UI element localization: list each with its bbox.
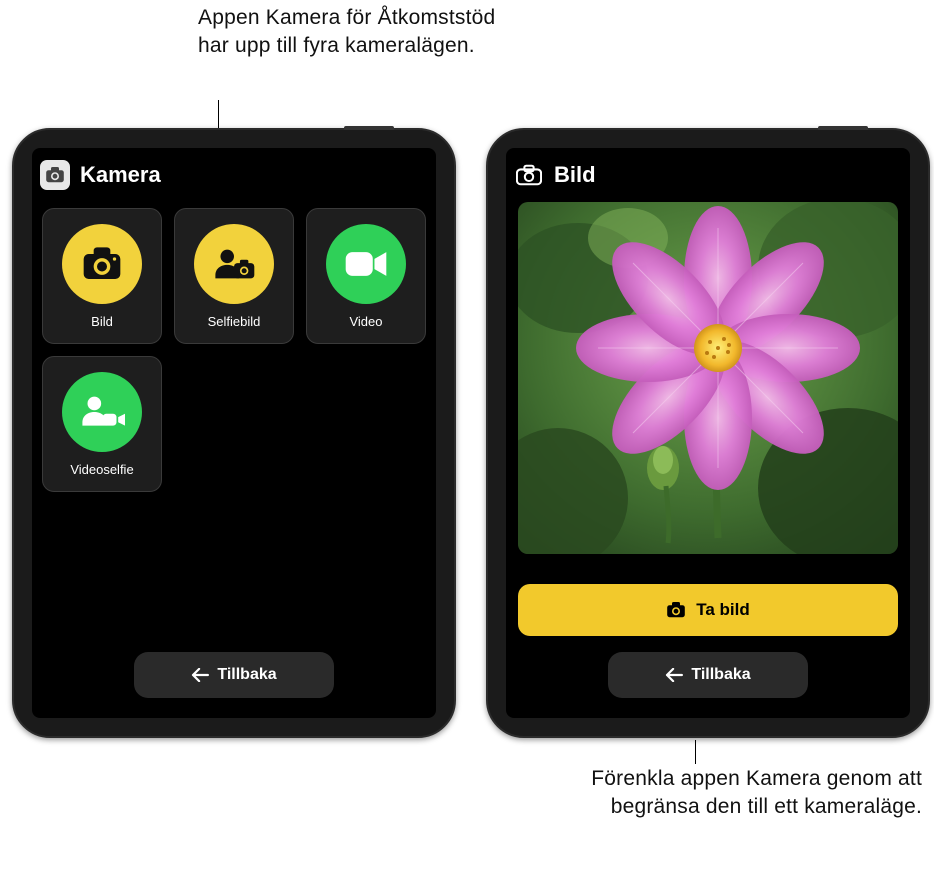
ipad-left: Kamera Bild [12,128,456,738]
annotation-top: Appen Kamera för Åtkomststöd har upp til… [198,4,508,61]
arrow-left-icon [665,668,683,682]
app-header-left: Kamera [40,160,161,190]
app-title-left: Kamera [80,162,161,188]
viewfinder-image [518,202,898,554]
camera-icon [62,224,142,304]
back-button-right[interactable]: Tillbaka [608,652,808,698]
back-label-left: Tillbaka [217,666,276,684]
mode-photo[interactable]: Bild [42,208,162,344]
screen-camera-capture: Bild [506,148,910,718]
app-header-right: Bild [514,160,596,190]
mode-video-label: Video [349,314,382,329]
arrow-left-icon [191,668,209,682]
back-button-left[interactable]: Tillbaka [134,652,334,698]
take-photo-label: Ta bild [696,600,750,620]
mode-selfie-video-label: Videoselfie [70,462,133,477]
take-photo-button[interactable]: Ta bild [518,584,898,636]
mode-selfie-photo[interactable]: Selfiebild [174,208,294,344]
annotation-bottom-leader [695,740,696,764]
camera-icon [514,160,544,190]
screen-camera-modes: Kamera Bild [32,148,436,718]
camera-icon [666,602,686,618]
selfie-camera-icon [194,224,274,304]
ipad-right: Bild [486,128,930,738]
annotation-bottom: Förenkla appen Kamera genom att begränsa… [577,765,922,822]
selfie-video-icon [62,372,142,452]
camera-icon [40,160,70,190]
camera-modes-grid: Bild Selfiebild [42,208,426,492]
app-title-right: Bild [554,162,596,188]
mode-photo-label: Bild [91,314,113,329]
back-label-right: Tillbaka [691,666,750,684]
annotation-top-text: Appen Kamera för Åtkomststöd har upp til… [198,6,495,57]
mode-selfie-photo-label: Selfiebild [208,314,261,329]
mode-selfie-video[interactable]: Videoselfie [42,356,162,492]
mode-video[interactable]: Video [306,208,426,344]
camera-viewfinder [518,202,898,554]
annotation-bottom-text: Förenkla appen Kamera genom att begränsa… [591,767,922,818]
annotation-top-leader [218,100,219,130]
video-icon [326,224,406,304]
